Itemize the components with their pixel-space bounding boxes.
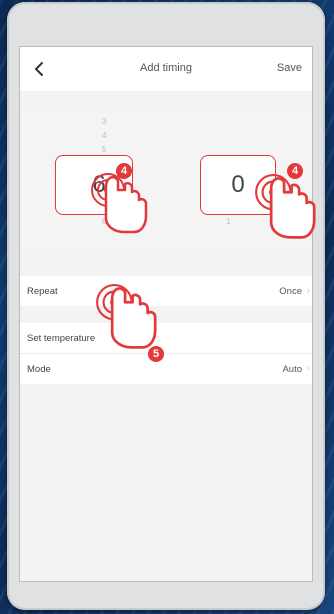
chevron-right-icon: › [306,285,310,296]
set-temperature-row[interactable]: Set temperature [20,323,312,353]
minute-ghost-value: 1 [226,217,231,226]
save-button[interactable]: Save [277,62,302,74]
step-badge: 5 [148,346,164,362]
mode-label: Mode [27,364,51,375]
hour-ghost-value: 5 [102,145,107,154]
repeat-row[interactable]: Repeat Once › [20,276,312,306]
step-badge: 4 [116,163,132,179]
tap-hand-icon [255,173,316,239]
app-screen: Add timing Save 3 4 5 8 1 6 0 Repeat Onc… [19,46,313,582]
hour-ghost-value: 3 [102,117,107,126]
repeat-value: Once [279,286,302,297]
tap-hand-icon [96,283,157,349]
hour-ghost-value: 4 [102,131,107,140]
mode-value: Auto [282,364,302,375]
repeat-label: Repeat [27,286,58,297]
mode-row[interactable]: Mode Auto › [20,353,312,384]
step-badge: 4 [287,163,303,179]
chevron-right-icon: › [306,363,310,374]
phone-frame: Add timing Save 3 4 5 8 1 6 0 Repeat Onc… [7,2,325,610]
page-title: Add timing [140,62,192,74]
header-bar: Add timing Save [20,47,312,91]
